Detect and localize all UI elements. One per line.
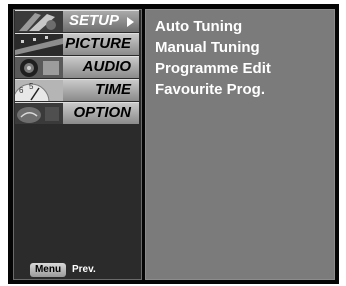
menu-key-button[interactable]: Menu [30, 263, 66, 277]
time-thumbnail-icon: 6 5 [15, 80, 63, 101]
footer-hint: Menu Prev. [30, 263, 140, 279]
submenu-item-auto-tuning[interactable]: Auto Tuning [155, 18, 242, 35]
submenu-item-manual-tuning[interactable]: Manual Tuning [155, 39, 260, 56]
audio-thumbnail-icon [15, 57, 63, 78]
setup-thumbnail-icon [15, 11, 63, 32]
option-thumbnail-icon [15, 103, 63, 124]
menu-item-picture[interactable]: PICTURE [15, 33, 139, 55]
svg-text:5: 5 [29, 82, 34, 91]
menu-item-label: TIME [95, 81, 131, 98]
submenu-item-favourite-prog[interactable]: Favourite Prog. [155, 81, 265, 98]
chevron-right-icon [127, 17, 134, 27]
menu-item-time[interactable]: 6 5 TIME [15, 79, 139, 101]
menu-item-label: OPTION [73, 104, 131, 121]
svg-text:6: 6 [19, 86, 24, 95]
menu-item-option[interactable]: OPTION [15, 102, 139, 124]
menu-item-label: AUDIO [82, 58, 131, 75]
prev-label: Prev. [72, 264, 96, 275]
menu-item-label: SETUP [68, 12, 119, 29]
menu-item-audio[interactable]: AUDIO [15, 56, 139, 78]
menu-item-setup[interactable]: SETUP [15, 10, 139, 32]
picture-thumbnail-icon [15, 34, 63, 55]
menu-item-label: PICTURE [65, 35, 131, 52]
submenu-item-programme-edit[interactable]: Programme Edit [155, 60, 271, 77]
